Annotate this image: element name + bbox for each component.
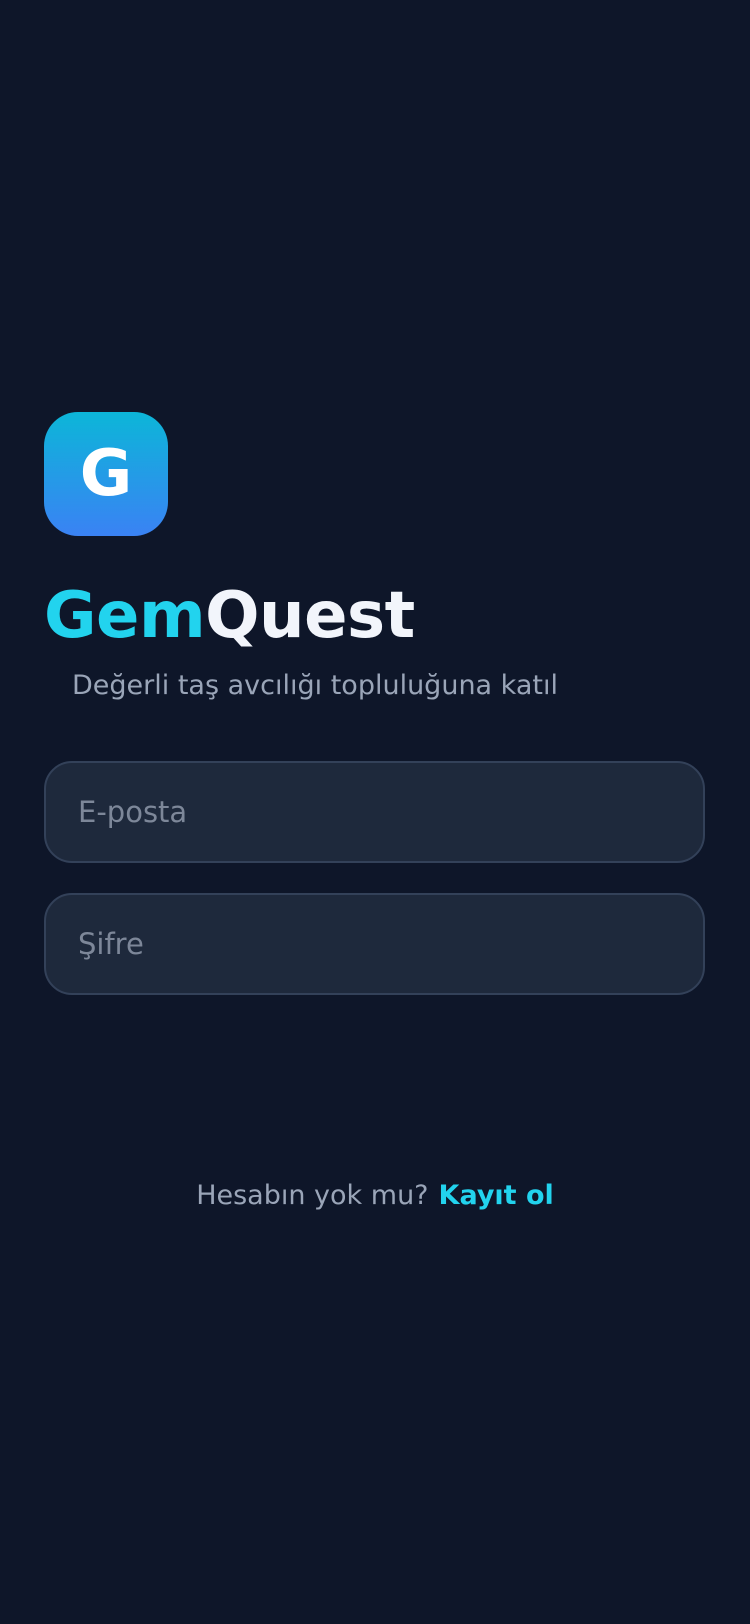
password-input[interactable]: [78, 927, 671, 961]
app-title-gem: Gem: [44, 579, 206, 653]
email-input[interactable]: [78, 795, 671, 829]
signup-row: Hesabın yok mu? Kayıt ol: [0, 1178, 750, 1214]
app-title: GemQuest: [44, 578, 415, 654]
logo-letter: G: [79, 437, 133, 511]
app-subtitle: Değerli taş avcılığı topluluğuna katıl: [72, 670, 558, 701]
signup-link[interactable]: Kayıt ol: [439, 1180, 554, 1211]
app-title-quest: Quest: [205, 579, 415, 653]
signup-prompt: Hesabın yok mu?: [196, 1180, 429, 1211]
app-logo-icon: G: [44, 412, 168, 536]
password-field[interactable]: [44, 893, 705, 995]
login-screen: G GemQuest Değerli taş avcılığı topluluğ…: [0, 0, 750, 1624]
email-field[interactable]: [44, 761, 705, 863]
